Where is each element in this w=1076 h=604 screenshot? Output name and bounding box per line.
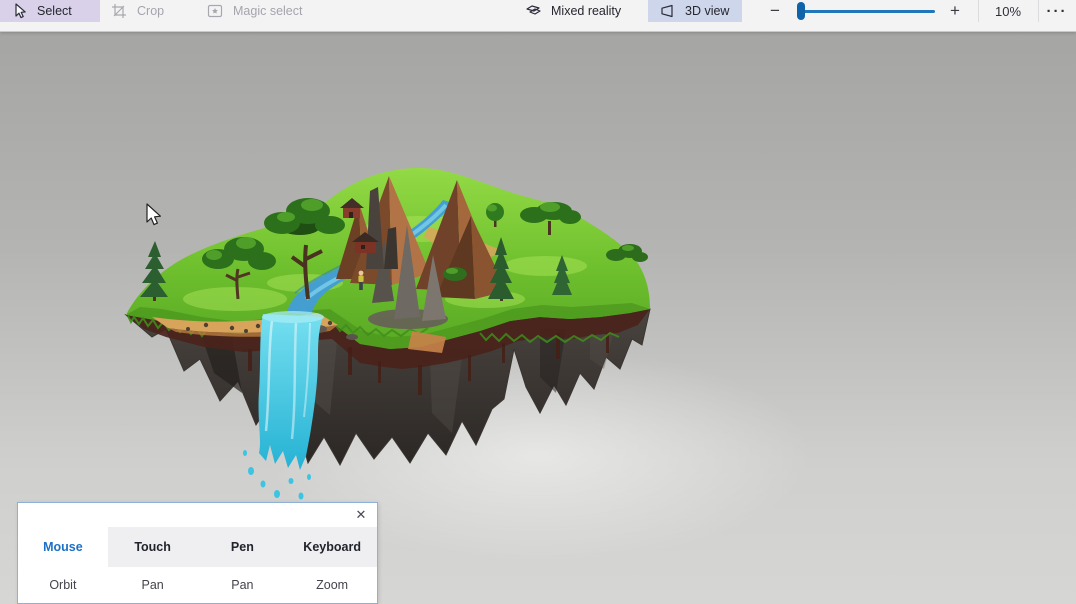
tab-pen-label: Pen	[231, 540, 254, 554]
tab-pen[interactable]: Pen	[198, 527, 288, 567]
close-icon: ✕	[356, 507, 367, 523]
zoom-out-button[interactable]: −	[756, 0, 794, 22]
zoom-slider-thumb[interactable]	[797, 2, 805, 20]
plus-icon: +	[950, 1, 960, 21]
mixed-reality-button[interactable]: Mixed reality	[514, 0, 632, 22]
action-pan-pen: Pan	[198, 578, 288, 592]
action-zoom: Zoom	[287, 578, 377, 592]
more-options-button[interactable]: ···	[1038, 0, 1076, 22]
tab-mouse-label: Mouse	[43, 540, 83, 554]
select-button[interactable]: Select	[0, 0, 100, 22]
tab-touch-label: Touch	[134, 540, 171, 554]
action-orbit: Orbit	[18, 578, 108, 592]
zoom-level-value[interactable]: 10%	[978, 0, 1038, 22]
crop-button[interactable]: Crop	[100, 0, 196, 22]
controls-tabs: Mouse Touch Pen Keyboard	[18, 527, 377, 567]
zoom-slider-track[interactable]	[800, 10, 935, 13]
mixed-reality-icon	[524, 2, 542, 20]
magic-select-label: Magic select	[233, 4, 302, 18]
toolbar: Select Crop Magic select Mixed reality	[0, 0, 1076, 32]
ellipsis-icon: ···	[1047, 3, 1068, 20]
magic-select-icon	[206, 2, 224, 20]
tab-keyboard-label: Keyboard	[303, 540, 361, 554]
controls-actions-row: Orbit Pan Pan Zoom	[18, 578, 377, 592]
select-label: Select	[37, 4, 72, 18]
cursor-arrow-icon	[10, 2, 28, 20]
magic-select-button[interactable]: Magic select	[196, 0, 308, 22]
zoom-in-button[interactable]: +	[936, 0, 974, 22]
zoom-slider[interactable]	[800, 0, 935, 22]
crop-label: Crop	[137, 4, 164, 18]
tab-mouse[interactable]: Mouse	[18, 527, 108, 567]
mixed-reality-label: Mixed reality	[551, 4, 621, 18]
crop-icon	[110, 2, 128, 20]
close-button[interactable]: ✕	[353, 507, 369, 523]
action-pan-touch: Pan	[108, 578, 198, 592]
3d-view-frustum-icon	[658, 2, 676, 20]
3d-view-label: 3D view	[685, 4, 729, 18]
tab-touch[interactable]: Touch	[108, 527, 198, 567]
3d-view-button[interactable]: 3D view	[648, 0, 742, 22]
tab-keyboard[interactable]: Keyboard	[287, 527, 377, 567]
controls-help-panel: ✕ Mouse Touch Pen Keyboard Orbit Pan Pan…	[17, 502, 378, 604]
minus-icon: −	[770, 1, 780, 21]
mouse-cursor	[147, 204, 160, 225]
pine-tree	[140, 241, 168, 301]
paint3d-window: Select Crop Magic select Mixed reality	[0, 0, 1076, 604]
